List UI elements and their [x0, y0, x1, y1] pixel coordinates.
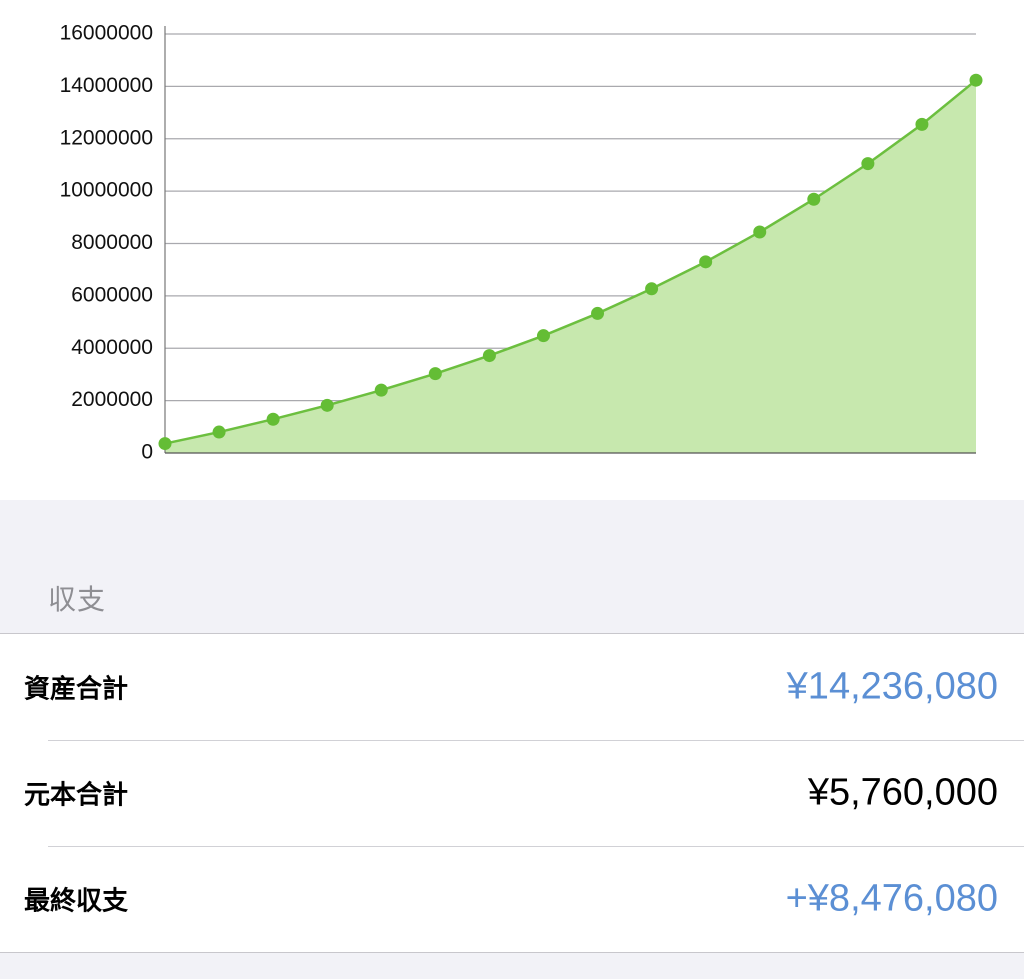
data-point-15	[915, 117, 929, 131]
series-area	[165, 80, 976, 453]
total-principal-label: 元本合計	[24, 780, 129, 811]
section-header-balance: 収支	[48, 583, 107, 616]
total-principal-value: ¥5,760,000	[807, 771, 998, 814]
y-tick-label-4: 8000000	[71, 231, 153, 254]
data-point-1	[158, 437, 172, 451]
data-point-11	[699, 255, 713, 269]
y-tick-label-7: 14000000	[60, 74, 153, 97]
data-point-5	[374, 383, 388, 397]
final-balance-label: 最終収支	[24, 886, 129, 917]
y-tick-label-0: 0	[141, 441, 153, 464]
data-point-2	[212, 425, 226, 439]
data-point-7	[482, 349, 496, 363]
row-total-principal: 元本合計 ¥5,760,000	[0, 740, 1024, 846]
y-tick-label-6: 12000000	[60, 126, 153, 149]
row-total-assets: 資産合計 ¥14,236,080	[0, 634, 1024, 740]
chart-panel: 0 2000000 4000000 6000000 8000000 10000000 120…	[0, 0, 1024, 500]
data-point-6	[428, 367, 442, 381]
data-point-16	[969, 73, 983, 87]
data-point-8	[536, 329, 550, 343]
data-point-14	[861, 157, 875, 171]
data-point-9	[591, 306, 605, 320]
row-final-balance: 最終収支 +¥8,476,080	[0, 846, 1024, 952]
final-balance-value: +¥8,476,080	[785, 877, 998, 920]
balance-list: 資産合計 ¥14,236,080 元本合計 ¥5,760,000 最終収支 +¥…	[0, 633, 1024, 953]
asset-growth-chart: 0 2000000 4000000 6000000 8000000 10000000 120…	[60, 22, 983, 464]
y-tick-label-2: 4000000	[71, 336, 153, 359]
y-tick-label-1: 2000000	[71, 388, 153, 411]
data-point-13	[807, 192, 821, 206]
data-point-3	[266, 412, 280, 426]
data-point-12	[753, 225, 767, 239]
total-assets-label: 資産合計	[24, 674, 129, 705]
data-point-10	[645, 282, 659, 296]
y-tick-label-8: 16000000	[60, 22, 153, 45]
y-tick-label-3: 6000000	[71, 283, 153, 306]
y-tick-label-5: 10000000	[60, 179, 153, 202]
total-assets-value: ¥14,236,080	[786, 665, 998, 708]
data-point-4	[320, 398, 334, 412]
